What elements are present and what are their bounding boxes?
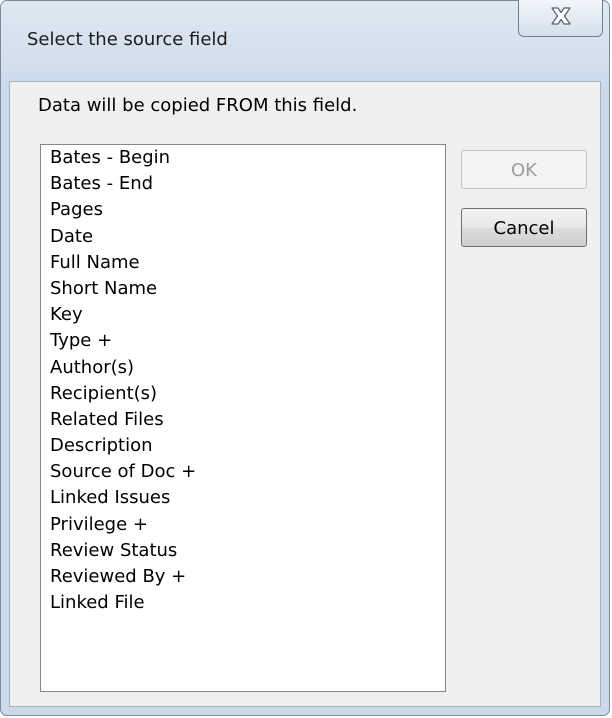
dialog-window: Select the source field Data will be cop… — [0, 0, 610, 716]
window-title: Select the source field — [27, 29, 228, 50]
list-item[interactable]: Bates - End — [41, 171, 445, 197]
list-item[interactable]: Key — [41, 302, 445, 328]
list-item[interactable]: Reviewed By + — [41, 564, 445, 590]
close-button[interactable] — [518, 0, 603, 37]
instruction-text: Data will be copied FROM this field. — [38, 95, 358, 116]
list-item[interactable]: Pages — [41, 197, 445, 223]
list-item[interactable]: Date — [41, 224, 445, 250]
list-item[interactable]: Description — [41, 433, 445, 459]
list-item[interactable]: Recipient(s) — [41, 381, 445, 407]
list-item[interactable]: Review Status — [41, 538, 445, 564]
source-field-list[interactable]: Bates - Begin Bates - End Pages Date Full Na… — [40, 144, 446, 692]
list-item[interactable]: Type + — [41, 328, 445, 354]
list-item[interactable]: Privilege + — [41, 512, 445, 538]
list-item[interactable]: Bates - Begin — [41, 145, 445, 171]
cancel-button[interactable]: Cancel — [461, 208, 587, 247]
list-item[interactable]: Source of Doc + — [41, 459, 445, 485]
list-item[interactable]: Linked Issues — [41, 485, 445, 511]
dialog-body: Data will be copied FROM this field. Bat… — [9, 81, 601, 707]
close-icon — [551, 7, 571, 25]
list-item[interactable]: Linked File — [41, 590, 445, 616]
list-item[interactable]: Related Files — [41, 407, 445, 433]
list-item[interactable]: Full Name — [41, 250, 445, 276]
list-item[interactable]: Short Name — [41, 276, 445, 302]
ok-button[interactable]: OK — [461, 150, 587, 189]
list-item[interactable]: Author(s) — [41, 355, 445, 381]
title-bar[interactable]: Select the source field — [1, 0, 609, 81]
